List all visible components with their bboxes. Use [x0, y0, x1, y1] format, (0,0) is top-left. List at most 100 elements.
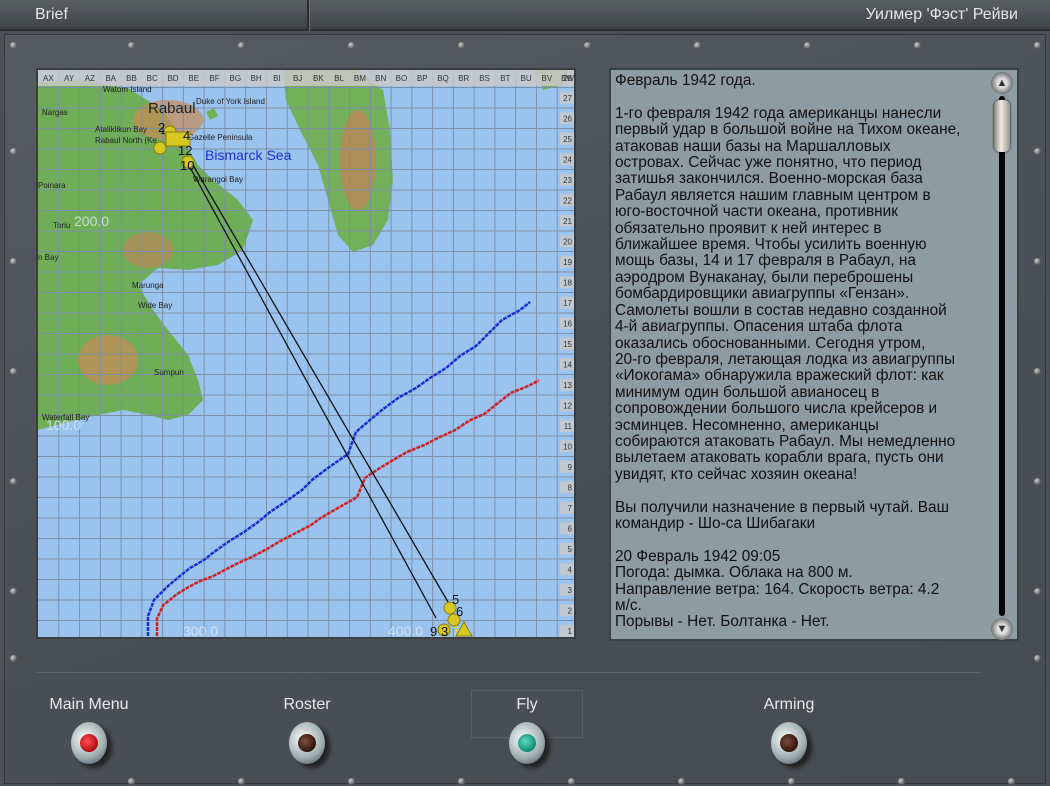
- row-label: 19: [563, 258, 572, 267]
- row-label: 8: [568, 483, 573, 492]
- pilot-name: Уилмер 'Фэст' Рейви: [865, 6, 1018, 23]
- briefing-text-panel[interactable]: Февраль 1942 года. 1-го февраля 1942 год…: [609, 68, 1019, 641]
- scroll-down-button[interactable]: ▼: [991, 618, 1013, 640]
- land-duke-york: [206, 108, 218, 120]
- scroll-up-button[interactable]: ▲: [991, 72, 1013, 94]
- lamp-green: [518, 734, 536, 752]
- briefing-map[interactable]: AX AY AZ BA BB BC BD BE BF BG BH BI BJ BK BL BM BN BO BP BQ…: [36, 68, 576, 639]
- place-label: Warangoi Bay: [193, 175, 243, 184]
- column-label: AY: [64, 74, 75, 83]
- brief-line: сопровождении большого числа крейсеров и: [615, 400, 938, 418]
- screw-icon: [458, 778, 465, 785]
- scroll-thumb[interactable]: [994, 100, 1010, 152]
- screw-icon: [10, 368, 17, 375]
- fly-button[interactable]: Fly: [467, 696, 587, 764]
- brief-line: Вы получили назначение в первый чутай. В…: [615, 498, 949, 516]
- column-label: BF: [209, 74, 219, 83]
- row-label: 10: [563, 442, 572, 451]
- brief-line: минимум один большой авианосец в: [615, 383, 880, 401]
- screw-icon: [10, 478, 17, 485]
- screw-icon: [10, 258, 17, 265]
- screw-icon: [788, 778, 795, 785]
- place-label: Watom Island: [103, 85, 152, 94]
- waypoint-number: 9: [430, 624, 437, 639]
- arming-button[interactable]: Arming: [729, 696, 849, 764]
- row-label: 15: [563, 340, 572, 349]
- friendly-route: [146, 301, 531, 637]
- knob-icon[interactable]: [771, 722, 807, 764]
- column-label: BN: [375, 74, 386, 83]
- brief-line: 1-го февраля 1942 года американцы нанесл…: [615, 104, 942, 122]
- screw-icon: [10, 588, 17, 595]
- button-label: Arming: [763, 696, 815, 713]
- brief-line: вылетаем атаковать корабли врага, пусть …: [615, 449, 944, 467]
- row-label: 2: [568, 606, 573, 615]
- land-masses: [38, 70, 568, 430]
- row-label: 9: [568, 463, 573, 472]
- waypoint-number: 4: [183, 128, 190, 143]
- column-label: AZ: [85, 74, 95, 83]
- row-label: 12: [563, 401, 572, 410]
- button-label: Fly: [516, 696, 538, 713]
- column-label: BJ: [293, 74, 302, 83]
- map-canvas[interactable]: AX AY AZ BA BB BC BD BE BF BG BH BI BJ BK BL BM BN BO BP BQ…: [38, 70, 576, 639]
- screw-icon: [128, 778, 135, 785]
- row-label: 6: [568, 524, 573, 533]
- screw-icon: [348, 778, 355, 785]
- row-label: 23: [563, 176, 572, 185]
- grid-value: 400.0: [388, 623, 423, 639]
- column-label: BR: [458, 74, 469, 83]
- arrow-up-icon: ▲: [996, 77, 1008, 89]
- column-header-bar: [38, 70, 574, 86]
- briefing-scrollbar[interactable]: ▲ ▼: [989, 72, 1015, 640]
- row-label: 1: [568, 627, 573, 636]
- waypoint-number: 1: [160, 126, 166, 137]
- knob-icon[interactable]: [509, 722, 545, 764]
- flight-path-line: [189, 159, 449, 603]
- brief-line: [615, 532, 990, 548]
- screw-icon: [458, 42, 465, 49]
- place-label-rabaul: Rabaul: [148, 100, 196, 117]
- waypoint-number: 10: [180, 158, 194, 173]
- brief-line: командир - Шо-са Шибагаки: [615, 514, 816, 532]
- screw-icon: [914, 42, 921, 49]
- column-label: BU: [521, 74, 532, 83]
- brief-line: 4-й авиагруппы. Опасения штаба флота: [615, 318, 903, 336]
- column-label: BP: [417, 74, 428, 83]
- lamp-dark: [780, 734, 798, 752]
- brief-line: эсминцев. Несомненно, американцы: [615, 416, 879, 434]
- knob-icon[interactable]: [289, 722, 325, 764]
- roster-button[interactable]: Roster: [247, 696, 367, 764]
- column-label: BI: [273, 74, 281, 83]
- brief-line: м/с.: [615, 597, 642, 614]
- lamp-red: [80, 734, 98, 752]
- row-label: 22: [563, 196, 572, 205]
- waypoint-number: 6: [456, 604, 463, 619]
- land-new-ireland: [283, 70, 393, 252]
- brief-line: 20-го февраля, летающая лодка из авиагру…: [615, 350, 956, 368]
- row-label: 20: [563, 237, 572, 246]
- title-bar: Brief Уилмер 'Фэст' Рейви: [0, 0, 1050, 31]
- row-label: 18: [563, 278, 572, 287]
- scroll-track[interactable]: [999, 96, 1005, 616]
- place-label-bismarck-sea: Bismarck Sea: [205, 147, 292, 163]
- screw-icon: [1034, 655, 1041, 662]
- arrow-down-icon: ▼: [996, 623, 1008, 635]
- knob-icon[interactable]: [71, 722, 107, 764]
- mountains: [78, 335, 138, 385]
- place-label: n Bay: [38, 253, 58, 262]
- brief-line: ближайшее время. Чтобы усилить военную: [615, 236, 927, 254]
- mountains: [123, 232, 173, 268]
- screw-icon: [1034, 258, 1041, 265]
- column-label: BO: [396, 74, 408, 83]
- screw-icon: [10, 655, 17, 662]
- row-label: 16: [563, 319, 572, 328]
- place-label: Ataliklikun Bay: [95, 125, 147, 134]
- screw-icon: [348, 42, 355, 49]
- place-label: Gazelle Peninsula: [188, 133, 253, 142]
- brief-line: первый удар в большой войне на Тихом оке…: [615, 121, 961, 139]
- brief-line: Рабаул является нашим главным центром в: [615, 186, 931, 204]
- main-menu-button[interactable]: Main Menu: [29, 696, 149, 764]
- waypoint-number: 7: [452, 624, 459, 639]
- brief-line: аэродром Вунаканау, были переброшены: [615, 268, 914, 286]
